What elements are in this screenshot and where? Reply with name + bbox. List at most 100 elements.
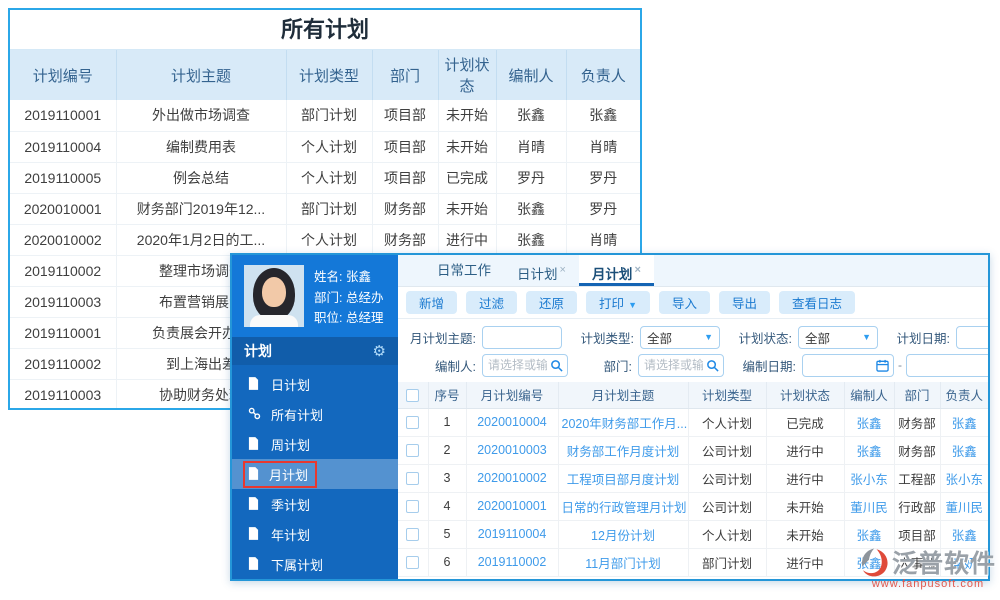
sidebar-item-下属计划[interactable]: 下属计划 bbox=[232, 549, 398, 579]
close-icon[interactable]: × bbox=[634, 264, 640, 276]
tab-日常工作[interactable]: 日常工作 bbox=[424, 255, 504, 286]
status-filter-select[interactable]: 全部 ▼ bbox=[798, 326, 878, 349]
search-icon[interactable] bbox=[706, 359, 719, 372]
sidebar-item-季计划[interactable]: 季计划 bbox=[232, 489, 398, 519]
row-checkbox[interactable] bbox=[406, 444, 419, 457]
table-cell: 行政部 bbox=[894, 492, 940, 520]
checkbox-cell bbox=[398, 464, 428, 492]
table-cell-link[interactable]: 2019110002 bbox=[466, 548, 558, 576]
table-row: 120200100042020年财务部工作月...个人计划已完成张鑫财务部张鑫 bbox=[398, 408, 988, 436]
sidebar-item-所有计划[interactable]: 所有计划 bbox=[232, 399, 398, 429]
theme-filter-input[interactable] bbox=[482, 326, 562, 349]
table-cell: 进行中 bbox=[766, 464, 844, 492]
table-cell-link[interactable]: 工程项目部月度计划 bbox=[558, 464, 688, 492]
table-cell-link[interactable]: 2020010004 bbox=[466, 408, 558, 436]
table-cell-link[interactable]: 2020年财务部工作月... bbox=[558, 408, 688, 436]
select-all-checkbox[interactable] bbox=[406, 389, 419, 402]
status-filter-label: 计划状态: bbox=[732, 328, 792, 347]
sidebar-item-月计划[interactable]: 月计划 bbox=[232, 459, 398, 489]
table-cell-link[interactable]: 2019110004 bbox=[466, 520, 558, 548]
sidebar-item-日计划[interactable]: 日计划 bbox=[232, 369, 398, 399]
table-cell-link[interactable]: 12月份计划 bbox=[558, 520, 688, 548]
table-row: 2019110005例会总结个人计划项目部已完成罗丹罗丹 bbox=[10, 162, 640, 193]
column-header: 计划类型 bbox=[688, 382, 766, 408]
table-cell: 2019110002 bbox=[10, 255, 116, 286]
file-icon bbox=[248, 557, 262, 571]
table-cell-link[interactable]: 张小东 bbox=[844, 464, 894, 492]
row-checkbox[interactable] bbox=[406, 416, 419, 429]
row-checkbox[interactable] bbox=[406, 556, 419, 569]
sidebar-item-年计划[interactable]: 年计划 bbox=[232, 519, 398, 549]
tab-月计划[interactable]: 月计划× bbox=[579, 255, 654, 286]
table-cell-link[interactable]: 11月部门计划 bbox=[558, 548, 688, 576]
table-cell-link[interactable]: 财务部工作月度计划 bbox=[558, 436, 688, 464]
table-cell: 工程部 bbox=[894, 464, 940, 492]
column-header: 负责人 bbox=[566, 50, 640, 100]
table-cell: 部门计划 bbox=[286, 100, 372, 131]
selected-highlight-box: 月计划 bbox=[243, 461, 317, 488]
打印-button[interactable]: 打印▼ bbox=[586, 291, 650, 314]
row-checkbox[interactable] bbox=[406, 472, 419, 485]
vendor-logo-icon bbox=[860, 544, 890, 580]
table-cell-link[interactable]: 张小东 bbox=[940, 464, 988, 492]
calendar-icon[interactable] bbox=[876, 359, 889, 372]
chevron-down-icon: ▼ bbox=[704, 332, 713, 342]
user-title: 职位: 总经理 bbox=[314, 307, 383, 326]
table-cell: 部门计划 bbox=[688, 548, 766, 576]
close-icon[interactable]: × bbox=[560, 264, 566, 276]
type-filter-select[interactable]: 全部 ▼ bbox=[640, 326, 720, 349]
导入-button[interactable]: 导入 bbox=[659, 291, 710, 314]
table-cell: 例会总结 bbox=[116, 162, 286, 193]
还原-button[interactable]: 还原 bbox=[526, 291, 577, 314]
compile-date-end-input[interactable] bbox=[906, 354, 988, 377]
table-cell: 罗丹 bbox=[566, 162, 640, 193]
table-cell-link[interactable]: 日常的行政管理月计划 bbox=[558, 492, 688, 520]
date-filter-input[interactable] bbox=[956, 326, 988, 349]
search-icon[interactable] bbox=[550, 359, 563, 372]
过滤-button[interactable]: 过滤 bbox=[466, 291, 517, 314]
table-cell-link[interactable]: 董川民 bbox=[940, 492, 988, 520]
新增-button[interactable]: 新增 bbox=[406, 291, 457, 314]
table-cell-link[interactable]: 2020010003 bbox=[466, 436, 558, 464]
user-dept: 部门: 总经办 bbox=[314, 287, 383, 306]
table-cell: 2019110003 bbox=[10, 286, 116, 317]
row-checkbox[interactable] bbox=[406, 528, 419, 541]
table-cell: 已完成 bbox=[766, 408, 844, 436]
table-cell-link[interactable]: 张鑫 bbox=[844, 408, 894, 436]
查看日志-button[interactable]: 查看日志 bbox=[779, 291, 855, 314]
tab-日计划[interactable]: 日计划× bbox=[504, 255, 579, 286]
table-cell-link[interactable]: 张鑫 bbox=[940, 408, 988, 436]
avatar bbox=[244, 265, 304, 327]
table-cell: 5 bbox=[428, 520, 466, 548]
status-filter-value: 全部 bbox=[805, 328, 830, 347]
sidebar-item-label: 月计划 bbox=[269, 465, 308, 484]
dept-filter-label: 部门: bbox=[580, 356, 632, 375]
table-cell: 肖晴 bbox=[566, 224, 640, 255]
table-cell: 张鑫 bbox=[566, 100, 640, 131]
column-header: 部门 bbox=[372, 50, 438, 100]
table-cell-link[interactable]: 2020010001 bbox=[466, 492, 558, 520]
sidebar-item-周计划[interactable]: 周计划 bbox=[232, 429, 398, 459]
table-cell-link[interactable]: 张鑫 bbox=[844, 436, 894, 464]
column-header: 月计划主题 bbox=[558, 382, 688, 408]
table-cell: 3 bbox=[428, 464, 466, 492]
checkbox-cell bbox=[398, 408, 428, 436]
checkbox-cell bbox=[398, 548, 428, 576]
table-cell-link[interactable]: 董川民 bbox=[844, 492, 894, 520]
column-header: 部门 bbox=[894, 382, 940, 408]
table-cell: 2 bbox=[428, 436, 466, 464]
table-cell: 2020年1月2日的工... bbox=[116, 224, 286, 255]
file-icon bbox=[248, 467, 262, 481]
导出-button[interactable]: 导出 bbox=[719, 291, 770, 314]
table-cell-link[interactable]: 张鑫 bbox=[940, 436, 988, 464]
table-row: 2019110001外出做市场调查部门计划项目部未开始张鑫张鑫 bbox=[10, 100, 640, 131]
button-label: 新增 bbox=[419, 297, 444, 311]
gear-icon[interactable]: ⚙ bbox=[373, 342, 386, 360]
vendor-url: www.fanpusoft.com bbox=[860, 578, 996, 590]
table-row: 2019110004编制费用表个人计划项目部未开始肖晴肖晴 bbox=[10, 131, 640, 162]
column-header: 计划状态 bbox=[438, 50, 496, 100]
table-cell: 进行中 bbox=[766, 436, 844, 464]
row-checkbox[interactable] bbox=[406, 500, 419, 513]
column-header: 月计划编号 bbox=[466, 382, 558, 408]
table-cell-link[interactable]: 2020010002 bbox=[466, 464, 558, 492]
